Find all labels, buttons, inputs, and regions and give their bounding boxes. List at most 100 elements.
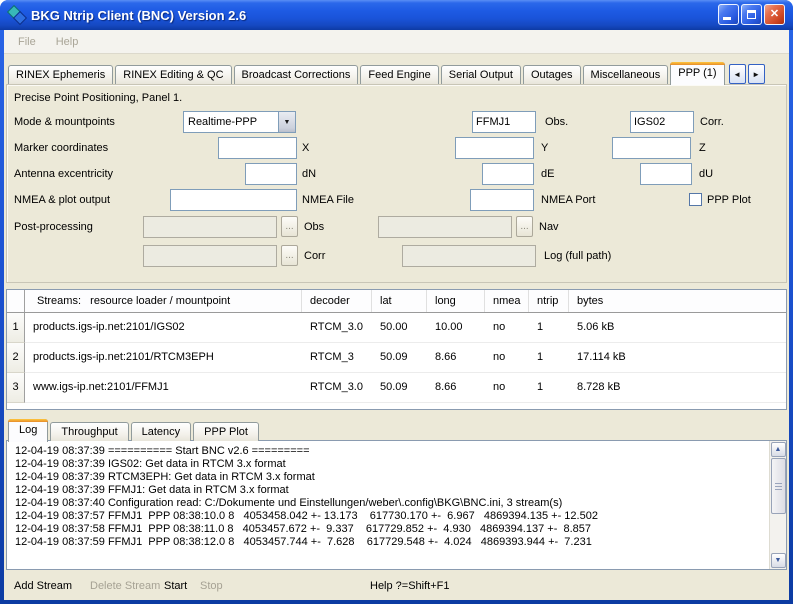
log-scrollbar[interactable]: ▲ ▼ bbox=[769, 441, 786, 569]
stream-row-3[interactable]: 3 www.igs-ip.net:2101/FFMJ1 RTCM_3.0 50.… bbox=[7, 373, 786, 403]
nmea-cell: no bbox=[485, 373, 529, 403]
long-cell: 8.66 bbox=[427, 373, 485, 403]
log-tab-log[interactable]: Log bbox=[8, 419, 48, 442]
post-processing-label: Post-processing bbox=[14, 216, 93, 238]
stop-button[interactable]: Stop bbox=[200, 572, 223, 600]
grip-icon bbox=[775, 483, 782, 491]
bytes-cell: 17.114 kB bbox=[569, 343, 786, 373]
bytes-cell: 5.06 kB bbox=[569, 313, 786, 343]
menu-help[interactable]: Help bbox=[46, 36, 89, 48]
marker-z-input[interactable] bbox=[612, 137, 691, 159]
nmea-cell: no bbox=[485, 313, 529, 343]
window-controls: ✕ bbox=[718, 4, 785, 25]
postproc-corr-file-input[interactable] bbox=[143, 245, 277, 267]
lat-cell: 50.09 bbox=[372, 373, 427, 403]
antenna-de-input[interactable] bbox=[482, 163, 534, 185]
start-button[interactable]: Start bbox=[164, 572, 187, 600]
log-line: 12-04-19 08:37:39 RTCM3EPH: Get data in … bbox=[15, 471, 769, 484]
obs-file-label: Obs bbox=[304, 216, 324, 238]
tab-rinex-ephemeris[interactable]: RINEX Ephemeris bbox=[8, 65, 113, 84]
tab-rinex-editing-qc[interactable]: RINEX Editing & QC bbox=[115, 65, 231, 84]
nav-browse-button[interactable]: ... bbox=[516, 216, 533, 237]
log-line: 12-04-19 08:37:39 FFMJ1: Get data in RTC… bbox=[15, 484, 769, 497]
stream-row-2[interactable]: 2 products.igs-ip.net:2101/RTCM3EPH RTCM… bbox=[7, 343, 786, 373]
close-button[interactable]: ✕ bbox=[764, 4, 785, 25]
scroll-up-button[interactable]: ▲ bbox=[771, 442, 786, 457]
log-text: 12-04-19 08:37:39 ========== Start BNC v… bbox=[7, 441, 769, 569]
bottom-bar: Add Stream Delete Stream Start Stop Help… bbox=[4, 572, 789, 600]
log-line: 12-04-19 08:37:57 FFMJ1 PPP 08:38:10.0 8… bbox=[15, 510, 769, 523]
obs-browse-button[interactable]: ... bbox=[281, 216, 298, 237]
tab-scroll-left-button[interactable]: ◄ bbox=[729, 64, 746, 84]
marker-x-input[interactable] bbox=[218, 137, 297, 159]
marker-coordinates-label: Marker coordinates bbox=[14, 137, 108, 159]
tab-miscellaneous[interactable]: Miscellaneous bbox=[583, 65, 669, 84]
postproc-nav-file-input[interactable] bbox=[378, 216, 512, 238]
y-label: Y bbox=[541, 137, 548, 159]
ppp-plot-label: PPP Plot bbox=[707, 189, 751, 211]
streams-table: Streams: resource loader / mountpoint de… bbox=[6, 289, 787, 410]
log-tab-latency[interactable]: Latency bbox=[131, 422, 192, 441]
corr-browse-button[interactable]: ... bbox=[281, 245, 298, 266]
lat-cell: 50.09 bbox=[372, 343, 427, 373]
add-stream-button[interactable]: Add Stream bbox=[14, 572, 72, 600]
arrow-right-icon: ► bbox=[752, 70, 760, 79]
tab-outages[interactable]: Outages bbox=[523, 65, 581, 84]
log-line: 12-04-19 08:37:58 FFMJ1 PPP 08:38:11.0 8… bbox=[15, 523, 769, 536]
decoder-cell: RTCM_3.0 bbox=[302, 313, 372, 343]
log-tab-ppp-plot[interactable]: PPP Plot bbox=[193, 422, 259, 441]
stream-row-1[interactable]: 1 products.igs-ip.net:2101/IGS02 RTCM_3.… bbox=[7, 313, 786, 343]
log-view[interactable]: 12-04-19 08:37:39 ========== Start BNC v… bbox=[6, 440, 787, 570]
dn-label: dN bbox=[302, 163, 316, 185]
app-icon bbox=[9, 7, 25, 23]
antenna-dn-input[interactable] bbox=[245, 163, 297, 185]
combo-dropdown-button[interactable]: ▼ bbox=[278, 112, 295, 132]
nmea-cell: no bbox=[485, 343, 529, 373]
log-line: 12-04-19 08:37:39 ========== Start BNC v… bbox=[15, 445, 769, 458]
log-line: 12-04-19 08:37:59 FFMJ1 PPP 08:38:12.0 8… bbox=[15, 536, 769, 549]
decoder-cell: RTCM_3.0 bbox=[302, 373, 372, 403]
tab-ppp-1[interactable]: PPP (1) bbox=[670, 62, 724, 85]
tab-serial-output[interactable]: Serial Output bbox=[441, 65, 521, 84]
nmea-file-input[interactable] bbox=[170, 189, 297, 211]
tab-scroll-right-button[interactable]: ► bbox=[748, 64, 765, 84]
tab-feed-engine[interactable]: Feed Engine bbox=[360, 65, 438, 84]
mode-mountpoints-label: Mode & mountpoints bbox=[14, 111, 115, 133]
close-icon: ✕ bbox=[770, 9, 779, 20]
mode-combobox[interactable]: Realtime-PPP ▼ bbox=[183, 111, 296, 133]
window-title: BKG Ntrip Client (BNC) Version 2.6 bbox=[31, 8, 246, 23]
z-label: Z bbox=[699, 137, 706, 159]
menubar: File Help bbox=[4, 30, 789, 54]
antenna-du-input[interactable] bbox=[640, 163, 692, 185]
log-tab-throughput[interactable]: Throughput bbox=[50, 422, 128, 441]
ppp-plot-checkbox[interactable] bbox=[689, 193, 702, 206]
minimize-button[interactable] bbox=[718, 4, 739, 25]
ntrip-header: ntrip bbox=[529, 290, 569, 312]
nmea-port-input[interactable] bbox=[470, 189, 534, 211]
postproc-log-path-input[interactable] bbox=[402, 245, 536, 267]
maximize-button[interactable] bbox=[741, 4, 762, 25]
arrow-left-icon: ◄ bbox=[733, 70, 741, 79]
log-line: 12-04-19 08:37:40 Configuration read: C:… bbox=[15, 497, 769, 510]
mountpoint-cell: products.igs-ip.net:2101/RTCM3EPH bbox=[25, 343, 302, 373]
decoder-cell: RTCM_3 bbox=[302, 343, 372, 373]
row-number: 1 bbox=[7, 313, 25, 343]
ntrip-cell: 1 bbox=[529, 373, 569, 403]
ppp-corr-mountpoint-input[interactable] bbox=[630, 111, 694, 133]
tab-broadcast-corrections[interactable]: Broadcast Corrections bbox=[234, 65, 359, 84]
scrollbar-thumb[interactable] bbox=[771, 458, 786, 514]
menu-file[interactable]: File bbox=[8, 36, 46, 48]
titlebar[interactable]: BKG Ntrip Client (BNC) Version 2.6 ✕ bbox=[0, 0, 793, 30]
de-label: dE bbox=[541, 163, 554, 185]
x-label: X bbox=[302, 137, 309, 159]
long-header: long bbox=[427, 290, 485, 312]
decoder-header: decoder bbox=[302, 290, 372, 312]
postproc-obs-file-input[interactable] bbox=[143, 216, 277, 238]
marker-y-input[interactable] bbox=[455, 137, 534, 159]
row-number: 2 bbox=[7, 343, 25, 373]
mountpoint-cell: products.igs-ip.net:2101/IGS02 bbox=[25, 313, 302, 343]
scroll-down-button[interactable]: ▼ bbox=[771, 553, 786, 568]
help-shortcut-label: Help ?=Shift+F1 bbox=[370, 572, 450, 600]
ppp-obs-mountpoint-input[interactable] bbox=[472, 111, 536, 133]
delete-stream-button[interactable]: Delete Stream bbox=[90, 572, 160, 600]
